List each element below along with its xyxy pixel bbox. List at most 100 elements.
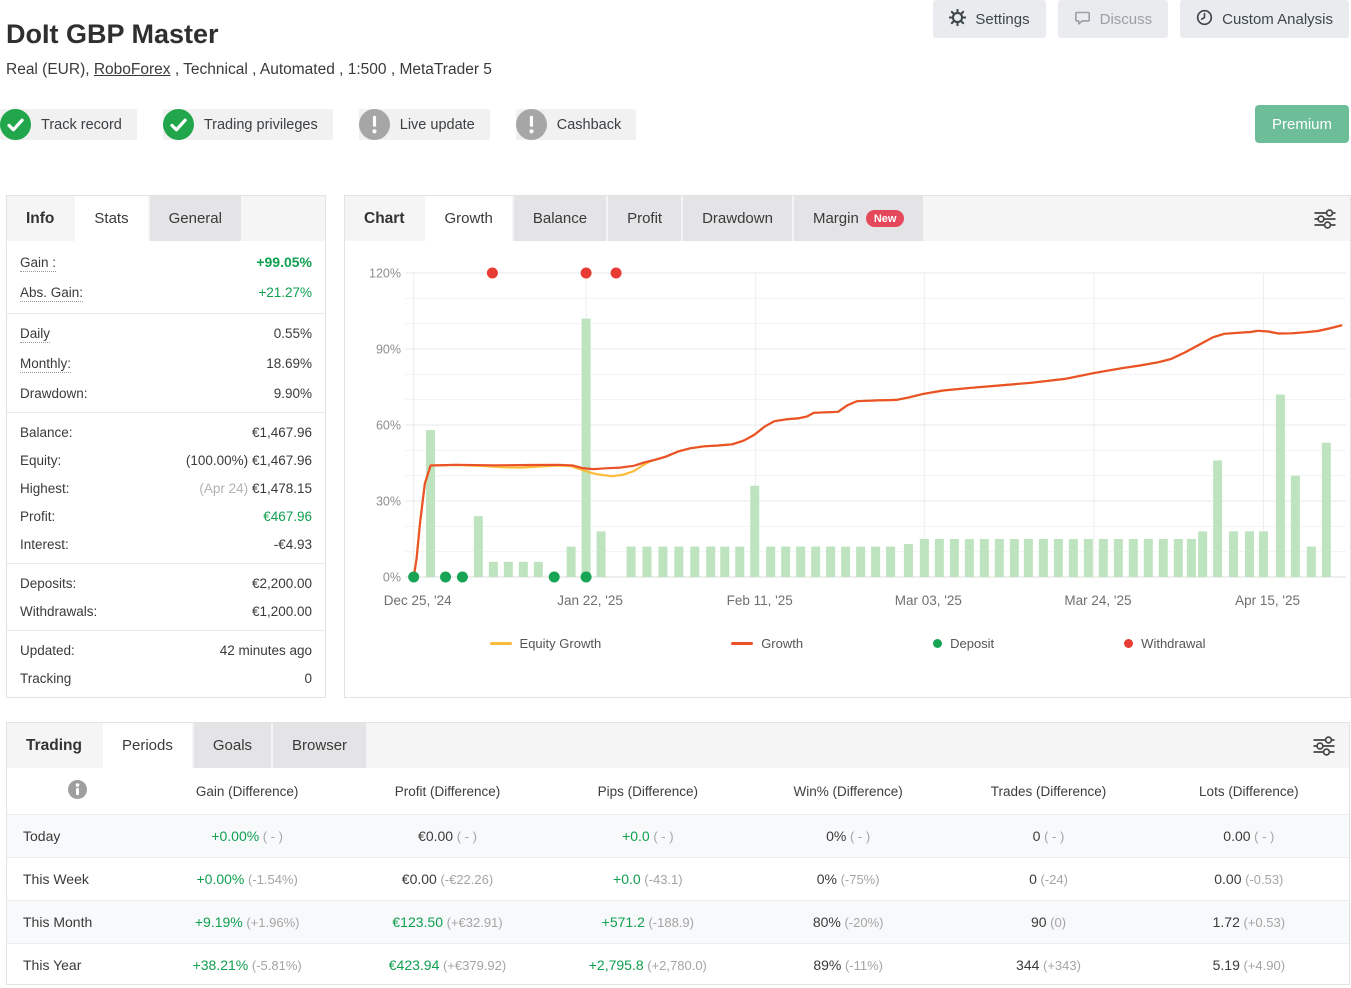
legend-item-equity-growth: Equity Growth [490, 636, 602, 651]
stat-value: 0 [304, 671, 312, 686]
chart-panel-label: Chart [345, 196, 423, 241]
broker-link[interactable]: RoboForex [94, 61, 171, 78]
period-cell: 0.00 ( - ) [1149, 828, 1349, 844]
svg-text:Dec 25, '24: Dec 25, '24 [384, 593, 452, 608]
stat-label[interactable]: Monthly: [20, 356, 71, 373]
stat-value: (100.00%) €1,467.96 [186, 453, 312, 468]
verification-badges: Track record Trading privileges Live updat… [0, 109, 636, 140]
period-cell: +0.00% ( - ) [147, 828, 347, 844]
period-cell: €0.00 ( - ) [347, 828, 547, 844]
stats-divider [7, 412, 325, 413]
stat-label: Drawdown: [20, 386, 88, 401]
periods-options-icon[interactable] [1312, 735, 1336, 762]
column-header-trades-difference: Trades (Difference) [948, 784, 1148, 799]
info-icon[interactable] [68, 780, 87, 802]
column-info [7, 780, 147, 802]
stat-row-daily: Daily 0.55% [7, 319, 325, 349]
stat-value-main: €467.96 [263, 509, 312, 524]
stat-value: 18.69% [266, 356, 312, 371]
period-value: €0.00 [418, 828, 453, 844]
chart-options-icon[interactable] [1313, 208, 1337, 235]
clock-icon [1196, 9, 1213, 30]
stat-label: Equity: [20, 453, 61, 468]
stat-value-main: +99.05% [256, 254, 312, 270]
period-cell: 0.00 (-0.53) [1149, 871, 1349, 887]
period-cell: 5.19 (+4.90) [1149, 957, 1349, 973]
badge-live-update: Live update [359, 109, 490, 140]
period-cell: 1.72 (+0.53) [1149, 914, 1349, 930]
tab-general[interactable]: General [150, 196, 241, 241]
stat-label: Updated: [20, 643, 75, 658]
period-value: 0.00 [1214, 871, 1241, 887]
period-cell: +571.2 (-188.9) [548, 914, 748, 930]
period-difference: ( - ) [650, 829, 674, 844]
chart-tab-growth[interactable]: Growth [425, 196, 511, 241]
period-row-this-month: This Month+9.19% (+1.96%)€123.50 (+€32.9… [7, 900, 1349, 943]
premium-button[interactable]: Premium [1255, 105, 1349, 143]
periods-table-header: Gain (Difference)Profit (Difference)Pips… [7, 768, 1349, 814]
period-cell: +9.19% (+1.96%) [147, 914, 347, 930]
chart-tab-drawdown[interactable]: Drawdown [683, 196, 792, 241]
column-header-lots-difference: Lots (Difference) [1149, 784, 1349, 799]
periods-tab-browser[interactable]: Browser [273, 723, 366, 768]
svg-text:Apr 15, '25: Apr 15, '25 [1235, 593, 1300, 608]
period-difference: ( - ) [1040, 829, 1064, 844]
stat-value: €1,467.96 [252, 425, 312, 440]
badge-trading-privileges: Trading privileges [163, 109, 333, 140]
exclamation-icon [516, 109, 557, 140]
stat-value-main: 9.90% [274, 386, 312, 401]
trading-account-page: { "header": { "title": "DoIt GBP Master"… [0, 0, 1351, 988]
legend-label: Withdrawal [1141, 636, 1205, 651]
period-difference: (+0.53) [1240, 915, 1285, 930]
stat-value-prefix: (100.00%) [186, 453, 252, 468]
period-value: +0.00% [211, 828, 259, 844]
periods-panel: Trading PeriodsGoalsBrowser Gain (Differ… [6, 722, 1350, 985]
chart-tab-margin[interactable]: MarginNew [794, 196, 923, 241]
stat-label[interactable]: Abs. Gain: [20, 285, 83, 302]
period-row-today: Today+0.00% ( - )€0.00 ( - )+0.0 ( - )0%… [7, 814, 1349, 857]
period-difference: (+343) [1039, 958, 1081, 973]
legend-item-withdrawal: Withdrawal [1124, 636, 1205, 651]
custom-analysis-button[interactable]: Custom Analysis [1180, 0, 1349, 38]
stat-label[interactable]: Gain : [20, 255, 56, 272]
stat-row-gain: Gain : +99.05% [7, 247, 325, 278]
tab-stats[interactable]: Stats [75, 196, 147, 241]
stat-row-withdrawals: Withdrawals:€1,200.00 [7, 597, 325, 625]
stat-value: 0.55% [274, 326, 312, 341]
period-value: €423.94 [389, 957, 440, 973]
period-cell: +2,795.8 (+2,780.0) [548, 957, 748, 973]
new-badge: New [866, 210, 905, 227]
discuss-button[interactable]: Discuss [1058, 0, 1169, 38]
stat-label[interactable]: Daily [20, 326, 50, 343]
period-row-this-year: This Year+38.21% (-5.81%)€423.94 (+€379.… [7, 943, 1349, 986]
legend-label: Deposit [950, 636, 994, 651]
chart-tab-profit[interactable]: Profit [608, 196, 681, 241]
period-value: +0.0 [622, 828, 650, 844]
stat-value-main: €1,478.15 [252, 481, 312, 496]
periods-tab-goals[interactable]: Goals [194, 723, 271, 768]
period-value: €0.00 [402, 871, 437, 887]
stat-row-balance: Balance:€1,467.96 [7, 418, 325, 446]
stat-label: Deposits: [20, 576, 76, 591]
period-cell: 0% (-75%) [748, 871, 948, 887]
settings-button[interactable]: Settings [933, 0, 1045, 38]
account-details: , Technical , Automated , 1:500 , MetaTr… [171, 61, 492, 78]
legend-dot-swatch [933, 639, 942, 648]
period-label: Today [7, 828, 147, 844]
svg-text:90%: 90% [376, 343, 401, 357]
periods-tab-periods[interactable]: Periods [103, 723, 192, 768]
tab-label: Drawdown [702, 196, 773, 241]
period-cell: +38.21% (-5.81%) [147, 957, 347, 973]
badge-track-record: Track record [0, 109, 137, 140]
periods-table: Today+0.00% ( - )€0.00 ( - )+0.0 ( - )0%… [7, 814, 1349, 986]
period-difference: ( - ) [846, 829, 870, 844]
period-value: 344 [1016, 957, 1039, 973]
tab-label: Stats [94, 196, 128, 241]
tab-label: Periods [122, 723, 173, 768]
chart-tab-balance[interactable]: Balance [514, 196, 606, 241]
stat-label: Profit: [20, 509, 55, 524]
period-value: 0% [817, 871, 837, 887]
tab-label: Profit [627, 196, 662, 241]
chart-panel: Chart GrowthBalance Profit Drawdown MarginN… [344, 195, 1351, 698]
stat-value: 42 minutes ago [220, 643, 312, 658]
